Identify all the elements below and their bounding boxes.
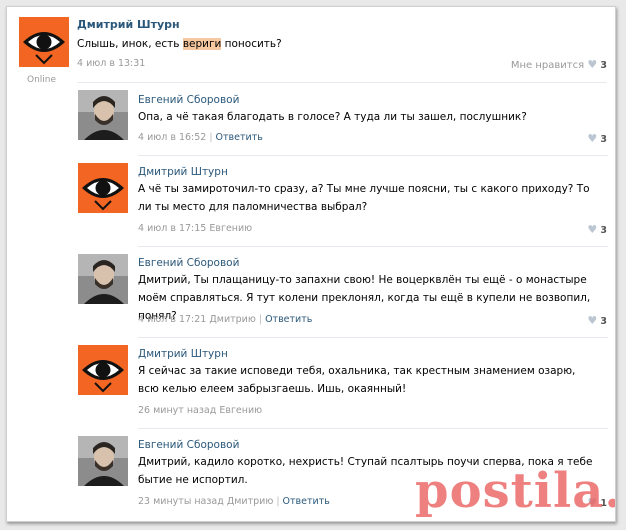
like-button[interactable]: Мне нравится ♥ 3 xyxy=(511,58,607,71)
comment-author-name[interactable]: Дмитрий Штурн xyxy=(138,348,228,360)
meta-separator: | xyxy=(276,496,280,507)
commenter-avatar[interactable] xyxy=(78,254,128,304)
meta-separator: | xyxy=(258,314,263,325)
divider xyxy=(138,337,608,338)
post-text: Слышь, инок, есть вериги поносить? xyxy=(77,38,282,50)
comment-meta: 4 июл в 17:15 Евгению xyxy=(138,223,252,234)
eye-logo-icon xyxy=(19,17,69,67)
reply-to-name[interactable]: Евгению xyxy=(209,223,252,234)
comment-timestamp[interactable]: 4 июл в 17:15 xyxy=(138,223,206,234)
online-status: Online xyxy=(27,75,57,85)
reply-to-name[interactable]: Евгению xyxy=(219,405,262,416)
person-photo xyxy=(78,254,128,304)
comment-meta: 23 минуты назад Дмитрию | Ответить xyxy=(138,496,330,507)
commenter-avatar[interactable] xyxy=(78,345,128,395)
eye-logo-icon xyxy=(78,345,128,395)
comment-thread-card: Online Дмитрий Штурн Слышь, инок, есть в… xyxy=(6,6,616,522)
heart-icon: ♥ xyxy=(587,132,598,145)
commenter-avatar[interactable] xyxy=(78,163,128,213)
like-count: 3 xyxy=(600,225,607,236)
divider xyxy=(138,246,608,247)
comment-text: Я сейчас за такие исповеди тебя, охальни… xyxy=(138,365,576,395)
reply-link[interactable]: Ответить xyxy=(265,314,312,325)
comment-meta: 26 минут назад Евгению xyxy=(138,405,262,416)
comment-meta: 4 июл в 16:52 | Ответить xyxy=(138,132,263,143)
like-label: Мне нравится xyxy=(510,60,585,71)
heart-icon: ♥ xyxy=(587,58,598,71)
like-button[interactable]: ♥ 3 xyxy=(587,223,607,236)
post-author-name[interactable]: Дмитрий Штурн xyxy=(77,18,180,31)
like-button[interactable]: ♥ 3 xyxy=(587,132,607,145)
comment-timestamp[interactable]: 4 июл в 16:52 xyxy=(138,132,206,143)
comment-timestamp[interactable]: 4 июл в 17:21 xyxy=(138,314,206,325)
reply-to-name[interactable]: Дмитрию xyxy=(227,496,274,507)
comment-author-name[interactable]: Евгений Сборовой xyxy=(138,257,239,269)
divider xyxy=(138,155,608,156)
highlighted-word: вериги xyxy=(182,38,222,50)
heart-icon: ♥ xyxy=(587,223,598,236)
like-count: 3 xyxy=(600,60,607,71)
comment-timestamp[interactable]: 26 минут назад xyxy=(138,405,216,416)
post-timestamp[interactable]: 4 июл в 13:31 xyxy=(77,58,145,69)
person-photo xyxy=(78,90,128,140)
commenter-avatar[interactable] xyxy=(78,90,128,140)
comment-text: Опа, а чё такая благодать в голосе? А ту… xyxy=(138,111,527,123)
heart-icon: ♥ xyxy=(587,314,598,327)
reply-link[interactable]: Ответить xyxy=(216,132,263,143)
eye-logo-icon xyxy=(78,163,128,213)
divider xyxy=(138,428,608,429)
comment-text: А чё ты замироточил-то сразу, а? Ты мне … xyxy=(138,183,590,213)
comment-author-name[interactable]: Евгений Сборовой xyxy=(138,94,239,106)
reply-link[interactable]: Ответить xyxy=(283,496,330,507)
comment-author-name[interactable]: Евгений Сборовой xyxy=(138,439,239,451)
person-photo xyxy=(78,436,128,486)
watermark: postila.ru xyxy=(415,463,615,519)
reply-to-name[interactable]: Дмитрию xyxy=(209,314,256,325)
comment-author-name[interactable]: Дмитрий Штурн xyxy=(138,166,228,178)
like-count: 3 xyxy=(600,316,607,327)
like-count: 3 xyxy=(600,134,607,145)
divider xyxy=(77,82,607,83)
meta-separator: | xyxy=(209,132,213,143)
author-avatar[interactable] xyxy=(19,17,69,67)
commenter-avatar[interactable] xyxy=(78,436,128,486)
comment-meta: 4 июл в 17:21 Дмитрию | Ответить xyxy=(138,314,312,325)
comment-timestamp[interactable]: 23 минуты назад xyxy=(138,496,224,507)
like-button[interactable]: ♥ 3 xyxy=(587,314,607,327)
